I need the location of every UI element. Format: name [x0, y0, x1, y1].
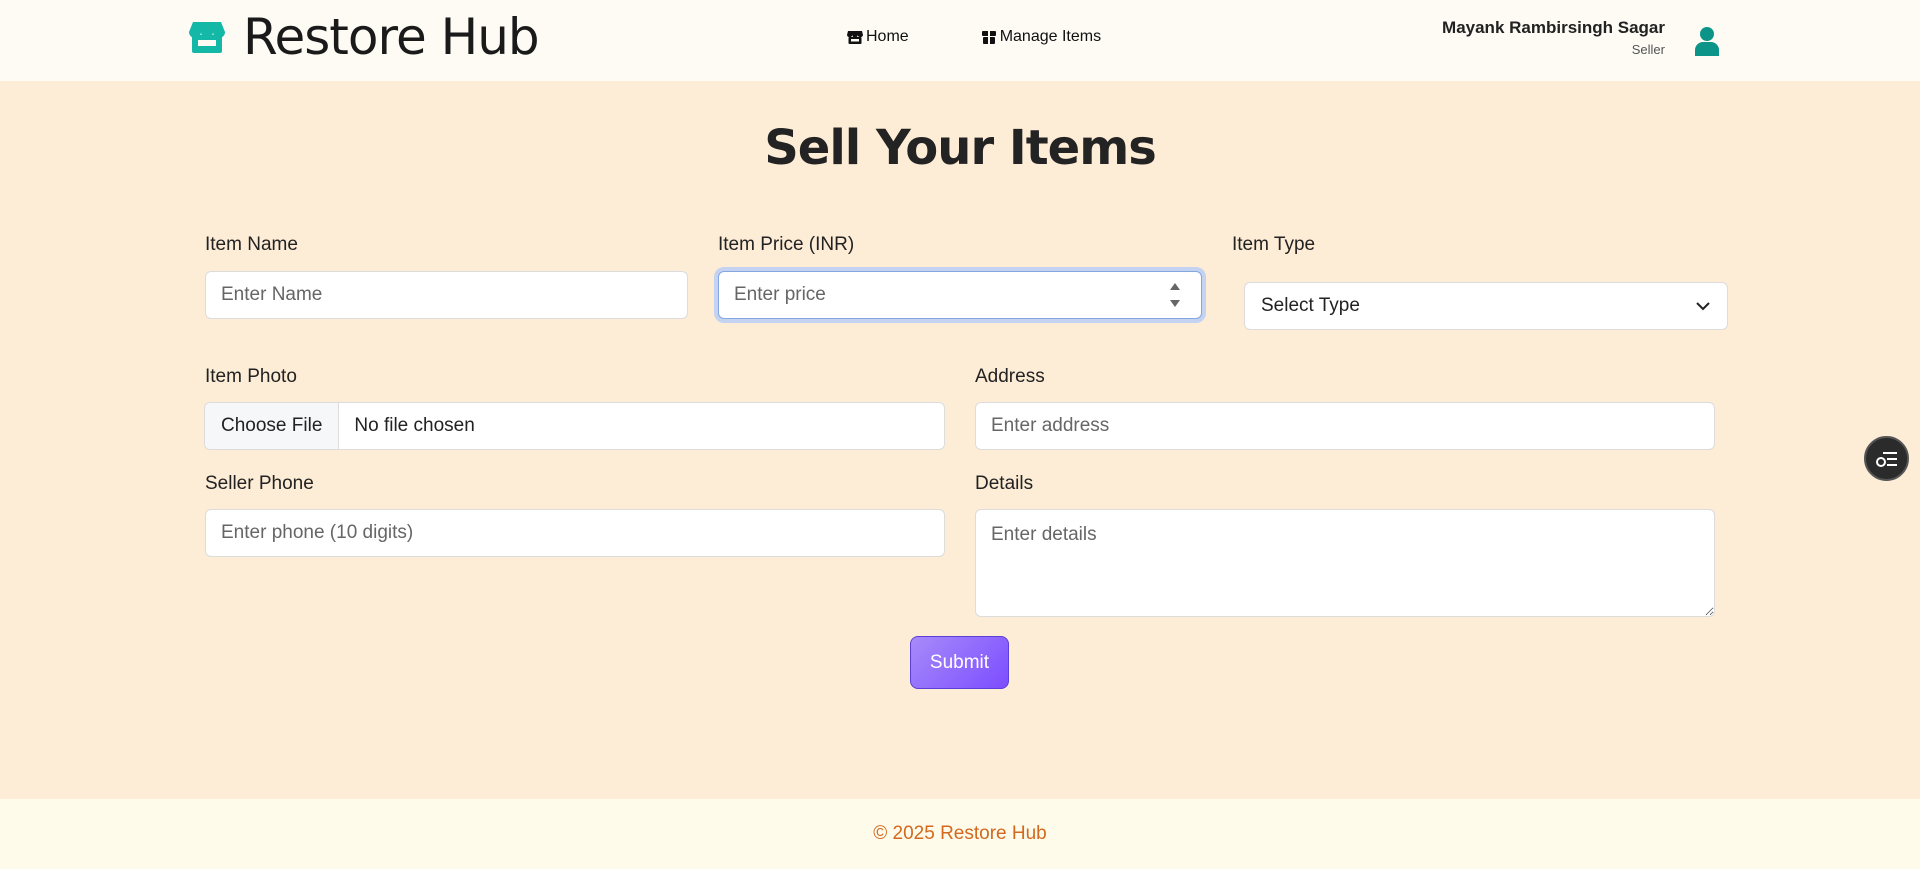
- footer-copyright: © 2025 Restore Hub: [873, 823, 1047, 844]
- list-settings-icon: [1875, 451, 1897, 467]
- nav-item-label: Manage Items: [999, 28, 1102, 45]
- box-icon: [981, 31, 996, 44]
- address-label: Address: [975, 366, 1045, 387]
- item-price-label: Item Price (INR): [718, 234, 855, 255]
- spinner-arrows-icon[interactable]: [1168, 279, 1182, 311]
- choose-file-button[interactable]: Choose File: [205, 403, 340, 449]
- chevron-down-icon: [1696, 302, 1710, 311]
- item-type-label: Item Type: [1232, 234, 1316, 255]
- nav-links: Home Manage Items: [847, 28, 1101, 46]
- item-name-input[interactable]: [205, 271, 688, 319]
- seller-phone-input[interactable]: [205, 509, 945, 557]
- navbar: Restore Hub Home Manage Items Mayank Ram…: [0, 0, 1920, 81]
- submit-button[interactable]: Submit: [910, 636, 1009, 689]
- item-type-selected: Select Type: [1261, 295, 1360, 316]
- user-name: Mayank Rambirsingh Sagar: [1442, 18, 1665, 37]
- user-info: Mayank Rambirsingh Sagar Seller: [1442, 18, 1665, 57]
- user-role: Seller: [1631, 42, 1665, 57]
- store-icon: [847, 31, 863, 44]
- item-price-input[interactable]: [718, 271, 1202, 319]
- store-icon: [189, 22, 225, 53]
- address-input[interactable]: [975, 402, 1715, 450]
- footer: © 2025 Restore Hub: [0, 799, 1920, 869]
- item-photo-input[interactable]: Choose File No file chosen: [204, 402, 945, 450]
- details-textarea[interactable]: [975, 509, 1715, 617]
- item-photo-label: Item Photo: [205, 366, 297, 387]
- item-type-select[interactable]: Select Type: [1244, 282, 1728, 330]
- item-name-label: Item Name: [205, 234, 298, 255]
- brand-name: Restore Hub: [243, 8, 540, 66]
- nav-item-home[interactable]: Home: [847, 28, 909, 46]
- page-title: Sell Your Items: [764, 120, 1157, 176]
- brand[interactable]: Restore Hub: [189, 8, 540, 66]
- details-label: Details: [975, 473, 1034, 494]
- nav-item-label: Home: [866, 28, 909, 45]
- user-icon[interactable]: [1694, 26, 1720, 56]
- nav-item-manage-items[interactable]: Manage Items: [981, 28, 1101, 46]
- floating-menu-button[interactable]: [1864, 436, 1909, 481]
- file-status: No file chosen: [354, 415, 475, 436]
- seller-phone-label: Seller Phone: [205, 473, 314, 494]
